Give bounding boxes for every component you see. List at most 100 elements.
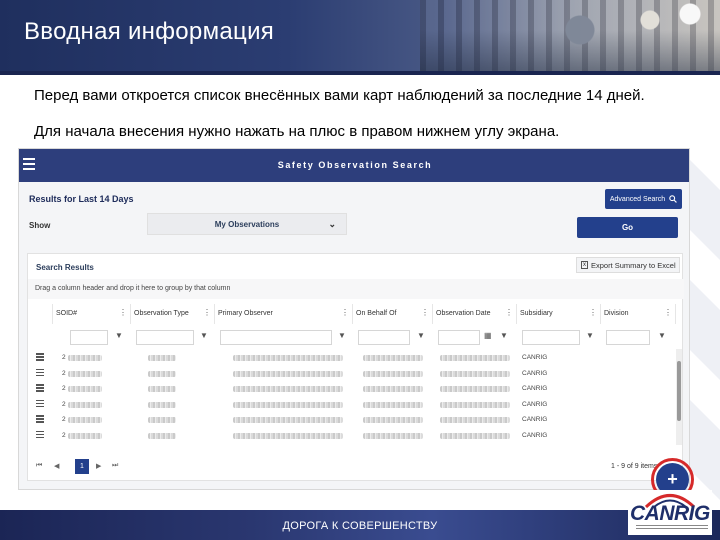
filter-icon[interactable]: ▼ (115, 331, 123, 340)
pager-info: 1 - 9 of 9 items (611, 463, 658, 470)
row-subsidiary: CANRIG (522, 385, 548, 392)
column-menu-icon[interactable]: ⋮ (421, 308, 429, 317)
redacted-cell (68, 417, 102, 423)
page-button-current[interactable]: 1 (75, 459, 89, 474)
go-button[interactable]: Go (577, 217, 678, 238)
row-menu-icon[interactable] (36, 399, 44, 409)
column-label: SOID# (56, 310, 78, 317)
column-header-soid[interactable]: SOID# ⋮ (53, 304, 131, 324)
instruction-paragraph: Для начала внесения нужно нажать на плюс… (34, 123, 560, 140)
filter-input-observation-type[interactable] (136, 330, 194, 345)
excel-icon: x (581, 261, 588, 269)
column-header-primary-observer[interactable]: Primary Observer ⋮ (215, 304, 353, 324)
table-row[interactable]: 2 CANRIG (28, 350, 674, 365)
header-band (0, 71, 720, 75)
redacted-cell (363, 401, 423, 408)
results-title: Results for Last 14 Days (29, 194, 134, 204)
column-header-observation-type[interactable]: Observation Type ⋮ (131, 304, 215, 324)
row-menu-icon[interactable] (36, 353, 44, 362)
filter-row: ▼ ▼ ▼ ▼ ▦ ▼ ▼ ▼ (28, 327, 684, 347)
filter-input-on-behalf-of[interactable] (358, 330, 410, 345)
calendar-icon[interactable]: ▦ (484, 331, 492, 340)
column-header-observation-date[interactable]: Observation Date ⋮ (433, 304, 517, 324)
filter-input-soid[interactable] (70, 330, 108, 345)
column-menu-icon[interactable]: ⋮ (589, 308, 597, 317)
redacted-cell (440, 355, 510, 361)
row-subsidiary: CANRIG (522, 354, 548, 361)
row-soid: 2 (62, 369, 66, 377)
column-header-division[interactable]: Division ⋮ (601, 304, 676, 324)
column-menu-icon[interactable]: ⋮ (203, 308, 211, 317)
redacted-cell (233, 417, 343, 423)
row-menu-icon[interactable] (36, 384, 44, 393)
column-label: Subsidiary (520, 310, 553, 317)
show-select[interactable]: My Observations ⌄ (147, 213, 347, 235)
logo-text: CANRIG (630, 502, 710, 525)
search-results-panel: Search Results x Export Summary to Excel… (27, 253, 684, 481)
filter-input-division[interactable] (606, 330, 650, 345)
filter-icon[interactable]: ▼ (658, 331, 666, 340)
redacted-cell (440, 432, 510, 439)
header-spacer (28, 304, 53, 324)
redacted-cell (148, 386, 176, 392)
advanced-search-button[interactable]: Advanced Search (605, 189, 682, 209)
redacted-cell (440, 370, 510, 377)
table-row[interactable]: 2 CANRIG (28, 428, 674, 443)
filter-icon[interactable]: ▼ (417, 331, 425, 340)
table-row[interactable]: 2 CANRIG (28, 397, 674, 412)
table-row[interactable]: 2 CANRIG (28, 381, 674, 396)
next-page-icon[interactable]: ▶ (96, 462, 101, 470)
row-menu-icon[interactable] (36, 415, 44, 424)
show-select-value: My Observations (214, 219, 280, 229)
row-soid: 2 (62, 431, 66, 439)
search-icon (669, 195, 677, 203)
row-menu-icon[interactable] (36, 368, 44, 378)
filter-icon[interactable]: ▼ (586, 331, 594, 340)
column-menu-icon[interactable]: ⋮ (505, 308, 513, 317)
row-subsidiary: CANRIG (522, 416, 548, 423)
table-row[interactable]: 2 CANRIG (28, 366, 674, 381)
filter-icon[interactable]: ▼ (338, 331, 346, 340)
redacted-cell (440, 401, 510, 408)
filter-input-observation-date[interactable] (438, 330, 480, 345)
redacted-cell (363, 417, 423, 423)
column-menu-icon[interactable]: ⋮ (664, 308, 672, 317)
app-topbar: Safety Observation Search (19, 149, 689, 182)
row-soid: 2 (62, 385, 66, 392)
search-results-title: Search Results (36, 263, 94, 272)
column-header-subsidiary[interactable]: Subsidiary ⋮ (517, 304, 601, 324)
row-soid: 2 (62, 416, 66, 423)
prev-page-icon[interactable]: ◀ (54, 462, 59, 470)
group-drop-zone[interactable]: Drag a column header and drop it here to… (28, 279, 684, 299)
logo-tagline-lines (636, 525, 708, 529)
pager: ⏮ ◀ 1 ▶ ⏭ 1 - 9 of 9 items (28, 456, 684, 478)
redacted-cell (68, 355, 102, 361)
first-page-icon[interactable]: ⏮ (36, 462, 42, 470)
column-menu-icon[interactable]: ⋮ (341, 308, 349, 317)
scrollbar-thumb[interactable] (677, 361, 681, 421)
grid-header: SOID# ⋮ Observation Type ⋮ Primary Observe… (28, 304, 684, 324)
column-label: On Behalf Of (356, 310, 397, 317)
intro-paragraph: Перед вами откроется список внесённых ва… (34, 87, 645, 104)
redacted-cell (68, 432, 102, 439)
redacted-cell (148, 401, 176, 408)
column-label: Observation Date (436, 310, 491, 317)
redacted-cell (233, 386, 343, 392)
export-excel-button[interactable]: x Export Summary to Excel (576, 257, 680, 273)
filter-input-subsidiary[interactable] (522, 330, 580, 345)
column-menu-icon[interactable]: ⋮ (119, 308, 127, 317)
filter-icon[interactable]: ▼ (200, 331, 208, 340)
show-label: Show (29, 221, 51, 230)
vertical-scrollbar[interactable] (676, 349, 682, 445)
redacted-cell (68, 370, 102, 377)
row-menu-icon[interactable] (36, 430, 44, 440)
redacted-cell (440, 386, 510, 392)
column-header-on-behalf-of[interactable]: On Behalf Of ⋮ (353, 304, 433, 324)
redacted-cell (233, 432, 343, 439)
table-row[interactable]: 2 CANRIG (28, 412, 674, 427)
redacted-cell (148, 355, 176, 361)
filter-input-primary-observer[interactable] (220, 330, 332, 345)
last-page-icon[interactable]: ⏭ (112, 462, 118, 470)
filter-icon[interactable]: ▼ (500, 331, 508, 340)
advanced-search-label: Advanced Search (609, 195, 666, 203)
